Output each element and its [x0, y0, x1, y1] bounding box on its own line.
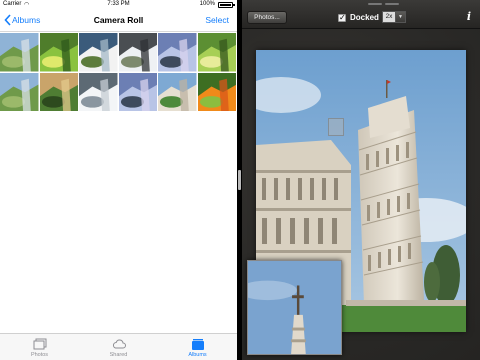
- photo-thumbnail[interactable]: [0, 33, 39, 72]
- docked-toggle[interactable]: Docked: [338, 13, 379, 22]
- albums-icon: [191, 339, 204, 350]
- status-bar: Carrier ◠ 7:33 PM 100%: [0, 0, 237, 10]
- grip-handle[interactable]: [385, 3, 399, 5]
- tab-label: Albums: [188, 352, 207, 358]
- photo-thumbnail[interactable]: [158, 72, 197, 111]
- zoom-select[interactable]: 2x ▼: [382, 11, 406, 23]
- photo-thumbnail[interactable]: [0, 72, 39, 111]
- photo-thumbnail[interactable]: [39, 33, 78, 72]
- battery-icon: [218, 2, 235, 8]
- photo-thumbnail[interactable]: [197, 72, 236, 111]
- photo-thumbnail[interactable]: [118, 33, 157, 72]
- magnifier-target-box[interactable]: [328, 118, 344, 136]
- photo-thumbnail[interactable]: [79, 33, 118, 72]
- zoom-value: 2x: [382, 11, 396, 23]
- chevron-left-icon: [4, 14, 11, 26]
- docked-checkbox[interactable]: [338, 13, 346, 22]
- tab-bar: Photos Shared Albums: [0, 333, 237, 360]
- chevron-down-icon: ▼: [396, 11, 406, 23]
- photos-button[interactable]: Photos...: [247, 11, 287, 24]
- tab-shared[interactable]: Shared: [79, 334, 158, 360]
- photo-thumbnail[interactable]: [158, 33, 197, 72]
- cloud-icon: [112, 339, 126, 349]
- viewer-pane: Photos... Docked 2x ▼ i: [242, 0, 480, 360]
- photo-grid: [0, 33, 237, 111]
- ios-photos-pane: Carrier ◠ 7:33 PM 100% Albums Camera Rol…: [0, 0, 237, 360]
- magnifier-loupe: [247, 260, 342, 355]
- photo-thumbnail[interactable]: [118, 72, 157, 111]
- docked-label: Docked: [350, 13, 379, 22]
- back-button[interactable]: Albums: [4, 14, 40, 26]
- grip-handle[interactable]: [368, 3, 382, 5]
- viewer-toolbar: Photos... Docked 2x ▼ i: [242, 0, 480, 29]
- photo-thumbnail[interactable]: [39, 72, 78, 111]
- tab-albums[interactable]: Albums: [158, 334, 237, 360]
- zoomed-detail: [248, 261, 341, 354]
- photo-thumbnail[interactable]: [197, 33, 236, 72]
- photos-icon: [33, 338, 46, 350]
- back-label: Albums: [12, 15, 41, 25]
- select-button[interactable]: Select: [205, 15, 229, 25]
- photo-thumbnail[interactable]: [79, 72, 118, 111]
- divider-handle[interactable]: [238, 170, 241, 190]
- info-button[interactable]: i: [464, 11, 474, 23]
- nav-bar: Albums Camera Roll Select: [0, 10, 237, 32]
- tab-photos[interactable]: Photos: [0, 334, 79, 360]
- tab-label: Shared: [109, 352, 128, 358]
- battery-percent: 100%: [199, 1, 215, 7]
- tab-label: Photos: [30, 352, 49, 358]
- battery-level-fill: [220, 4, 231, 6]
